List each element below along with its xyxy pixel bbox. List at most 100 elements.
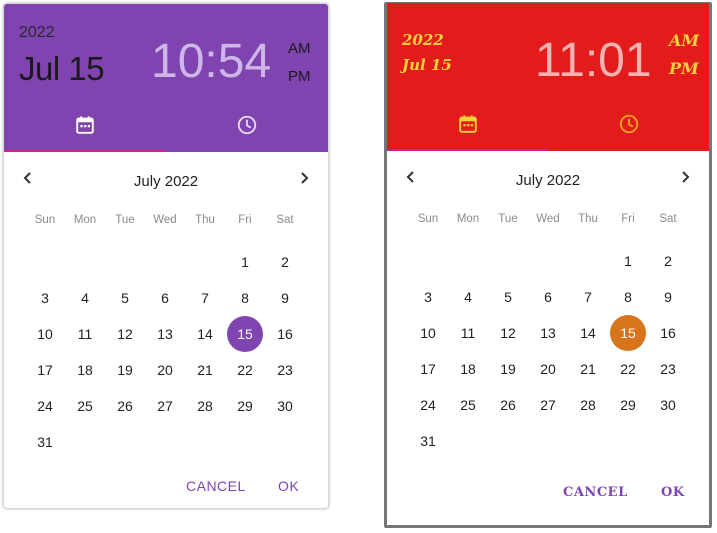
day-cell[interactable]: 16 — [648, 315, 688, 351]
day-cell[interactable]: 8 — [225, 280, 265, 316]
time-label[interactable]: 11:01 — [535, 33, 652, 88]
day-cell[interactable]: 9 — [265, 280, 305, 316]
day-cell[interactable]: 29 — [608, 387, 648, 423]
weekday-label: Tue — [498, 213, 518, 225]
day-cell[interactable]: 24 — [25, 388, 65, 424]
selected-day-cell[interactable]: 15 — [608, 315, 648, 351]
day-cell[interactable]: 21 — [568, 351, 608, 387]
day-number: 11 — [77, 326, 93, 342]
day-cell[interactable]: 1 — [225, 244, 265, 280]
next-month-button[interactable] — [673, 165, 697, 189]
day-cell[interactable]: 23 — [648, 351, 688, 387]
day-cell[interactable]: 30 — [648, 387, 688, 423]
day-cell[interactable]: 19 — [105, 352, 145, 388]
day-number: 31 — [37, 434, 53, 450]
day-cell[interactable]: 14 — [568, 315, 608, 351]
day-number: 6 — [544, 289, 552, 305]
day-cell[interactable]: 28 — [185, 388, 225, 424]
year-label[interactable]: 2022 — [19, 24, 55, 42]
tab-clock[interactable] — [166, 114, 328, 152]
day-cell[interactable]: 8 — [608, 279, 648, 315]
cancel-button[interactable]: CANCEL — [180, 474, 252, 498]
ok-button[interactable]: OK — [655, 481, 691, 504]
day-cell[interactable]: 25 — [448, 387, 488, 423]
day-cell[interactable]: 5 — [105, 280, 145, 316]
day-cell[interactable]: 12 — [488, 315, 528, 351]
month-title: July 2022 — [133, 173, 199, 190]
day-number: 8 — [624, 289, 632, 305]
am-option[interactable]: AM — [669, 31, 699, 50]
day-cell[interactable]: 7 — [185, 280, 225, 316]
day-cell[interactable]: 21 — [185, 352, 225, 388]
day-cell[interactable]: 11 — [65, 316, 105, 352]
cancel-button[interactable]: CANCEL — [557, 481, 634, 504]
month-navigation: July 2022 — [387, 163, 709, 193]
day-cell[interactable]: 9 — [648, 279, 688, 315]
year-label[interactable]: 2022 — [402, 31, 444, 49]
day-cell[interactable]: 27 — [528, 387, 568, 423]
empty-day-cell — [25, 244, 65, 280]
pm-option[interactable]: PM — [288, 68, 311, 85]
day-cell[interactable]: 11 — [448, 315, 488, 351]
day-cell[interactable]: 22 — [225, 352, 265, 388]
day-cell[interactable]: 13 — [145, 316, 185, 352]
day-cell[interactable]: 31 — [25, 424, 65, 460]
ok-button[interactable]: OK — [272, 474, 305, 498]
day-number: 1 — [624, 253, 632, 269]
time-label[interactable]: 10:54 — [151, 34, 271, 89]
tab-calendar[interactable] — [387, 113, 548, 151]
day-cell[interactable]: 3 — [408, 279, 448, 315]
date-label[interactable]: Jul 15 — [19, 50, 105, 88]
day-cell[interactable]: 7 — [568, 279, 608, 315]
day-cell[interactable]: 19 — [488, 351, 528, 387]
empty-day-cell — [105, 244, 145, 280]
calendar-grid: 1 2 3 4 5 6 7 8 9 10 11 12 13 14 15 16 17 18 19 20 21 22 23 24 2… — [25, 244, 305, 460]
day-cell[interactable]: 10 — [25, 316, 65, 352]
day-cell[interactable]: 3 — [25, 280, 65, 316]
day-cell[interactable]: 2 — [265, 244, 305, 280]
day-cell[interactable]: 16 — [265, 316, 305, 352]
day-cell[interactable]: 10 — [408, 315, 448, 351]
day-cell[interactable]: 4 — [448, 279, 488, 315]
day-cell[interactable]: 2 — [648, 243, 688, 279]
am-option[interactable]: AM — [288, 40, 311, 57]
day-cell[interactable]: 31 — [408, 423, 448, 459]
day-cell[interactable]: 29 — [225, 388, 265, 424]
day-cell[interactable]: 5 — [488, 279, 528, 315]
day-cell[interactable]: 13 — [528, 315, 568, 351]
pm-option[interactable]: PM — [669, 59, 699, 78]
day-number: 1 — [241, 254, 249, 270]
day-cell[interactable]: 6 — [145, 280, 185, 316]
day-number: 28 — [580, 397, 596, 413]
day-cell[interactable]: 26 — [105, 388, 145, 424]
tab-calendar[interactable] — [4, 114, 166, 152]
date-label[interactable]: Jul 15 — [402, 56, 452, 74]
selected-day-cell[interactable]: 15 — [225, 316, 265, 352]
day-cell[interactable]: 30 — [265, 388, 305, 424]
tab-clock[interactable] — [548, 113, 709, 151]
day-cell[interactable]: 26 — [488, 387, 528, 423]
picker-tabs — [387, 113, 709, 151]
day-cell[interactable]: 6 — [528, 279, 568, 315]
day-cell[interactable]: 27 — [145, 388, 185, 424]
day-cell[interactable]: 1 — [608, 243, 648, 279]
day-cell[interactable]: 17 — [25, 352, 65, 388]
day-cell[interactable]: 18 — [65, 352, 105, 388]
day-cell[interactable]: 23 — [265, 352, 305, 388]
day-cell[interactable]: 12 — [105, 316, 145, 352]
day-cell[interactable]: 20 — [528, 351, 568, 387]
day-cell[interactable]: 25 — [65, 388, 105, 424]
day-cell[interactable]: 22 — [608, 351, 648, 387]
day-cell[interactable]: 18 — [448, 351, 488, 387]
day-cell[interactable]: 14 — [185, 316, 225, 352]
day-cell[interactable]: 17 — [408, 351, 448, 387]
day-number: 27 — [540, 397, 556, 413]
day-cell[interactable]: 4 — [65, 280, 105, 316]
next-month-button[interactable] — [292, 166, 316, 190]
day-cell[interactable]: 20 — [145, 352, 185, 388]
day-cell[interactable]: 24 — [408, 387, 448, 423]
day-number: 20 — [157, 362, 173, 378]
day-cell[interactable]: 28 — [568, 387, 608, 423]
empty-day-cell — [528, 423, 568, 459]
day-number: 29 — [237, 398, 253, 414]
